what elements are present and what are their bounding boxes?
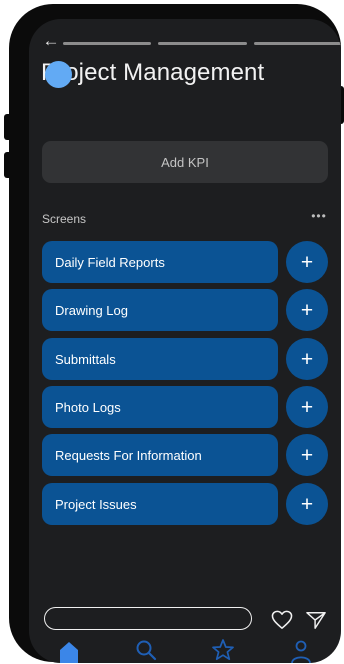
plus-icon[interactable]: + <box>286 289 328 331</box>
heart-icon[interactable] <box>271 610 293 630</box>
section-label-screens: Screens <box>42 212 87 226</box>
screen-button-submittals[interactable]: Submittals <box>42 338 278 380</box>
screen-button-daily-field-reports[interactable]: Daily Field Reports <box>42 241 278 283</box>
search-icon[interactable] <box>133 637 159 663</box>
story-progress-segment <box>254 42 341 45</box>
back-arrow-icon[interactable]: ← <box>43 32 60 49</box>
story-progress-segment <box>63 42 151 45</box>
screen-row-drawing-log: Drawing Log + <box>42 289 328 331</box>
plus-icon[interactable]: + <box>286 386 328 428</box>
touch-indicator <box>45 61 72 88</box>
screen-button-drawing-log[interactable]: Drawing Log <box>42 289 278 331</box>
star-icon[interactable] <box>210 637 236 663</box>
screen-button-photo-logs[interactable]: Photo Logs <box>42 386 278 428</box>
screen-row-project-issues: Project Issues + <box>42 483 328 525</box>
screen-row-daily-field-reports: Daily Field Reports + <box>42 241 328 283</box>
screen-button-project-issues[interactable]: Project Issues <box>42 483 278 525</box>
plus-icon[interactable]: + <box>286 338 328 380</box>
plus-icon[interactable]: + <box>286 483 328 525</box>
screen-row-submittals: Submittals + <box>42 338 328 380</box>
story-progress-segment <box>158 42 247 45</box>
reply-input[interactable] <box>44 607 252 630</box>
screen-row-requests-for-information: Requests For Information + <box>42 434 328 476</box>
phone-frame: ← Project Management Add KPI Screens •••… <box>9 4 341 663</box>
plus-icon[interactable]: + <box>286 241 328 283</box>
home-icon[interactable] <box>56 637 82 663</box>
add-kpi-button[interactable]: Add KPI <box>42 141 328 183</box>
send-icon[interactable] <box>305 610 327 630</box>
screen-button-requests-for-information[interactable]: Requests For Information <box>42 434 278 476</box>
app-screen: ← Project Management Add KPI Screens •••… <box>29 19 341 663</box>
more-horizontal-icon[interactable]: ••• <box>309 209 329 223</box>
screen-row-photo-logs: Photo Logs + <box>42 386 328 428</box>
profile-icon[interactable] <box>288 637 314 663</box>
page-title: Project Management <box>41 59 265 86</box>
plus-icon[interactable]: + <box>286 434 328 476</box>
